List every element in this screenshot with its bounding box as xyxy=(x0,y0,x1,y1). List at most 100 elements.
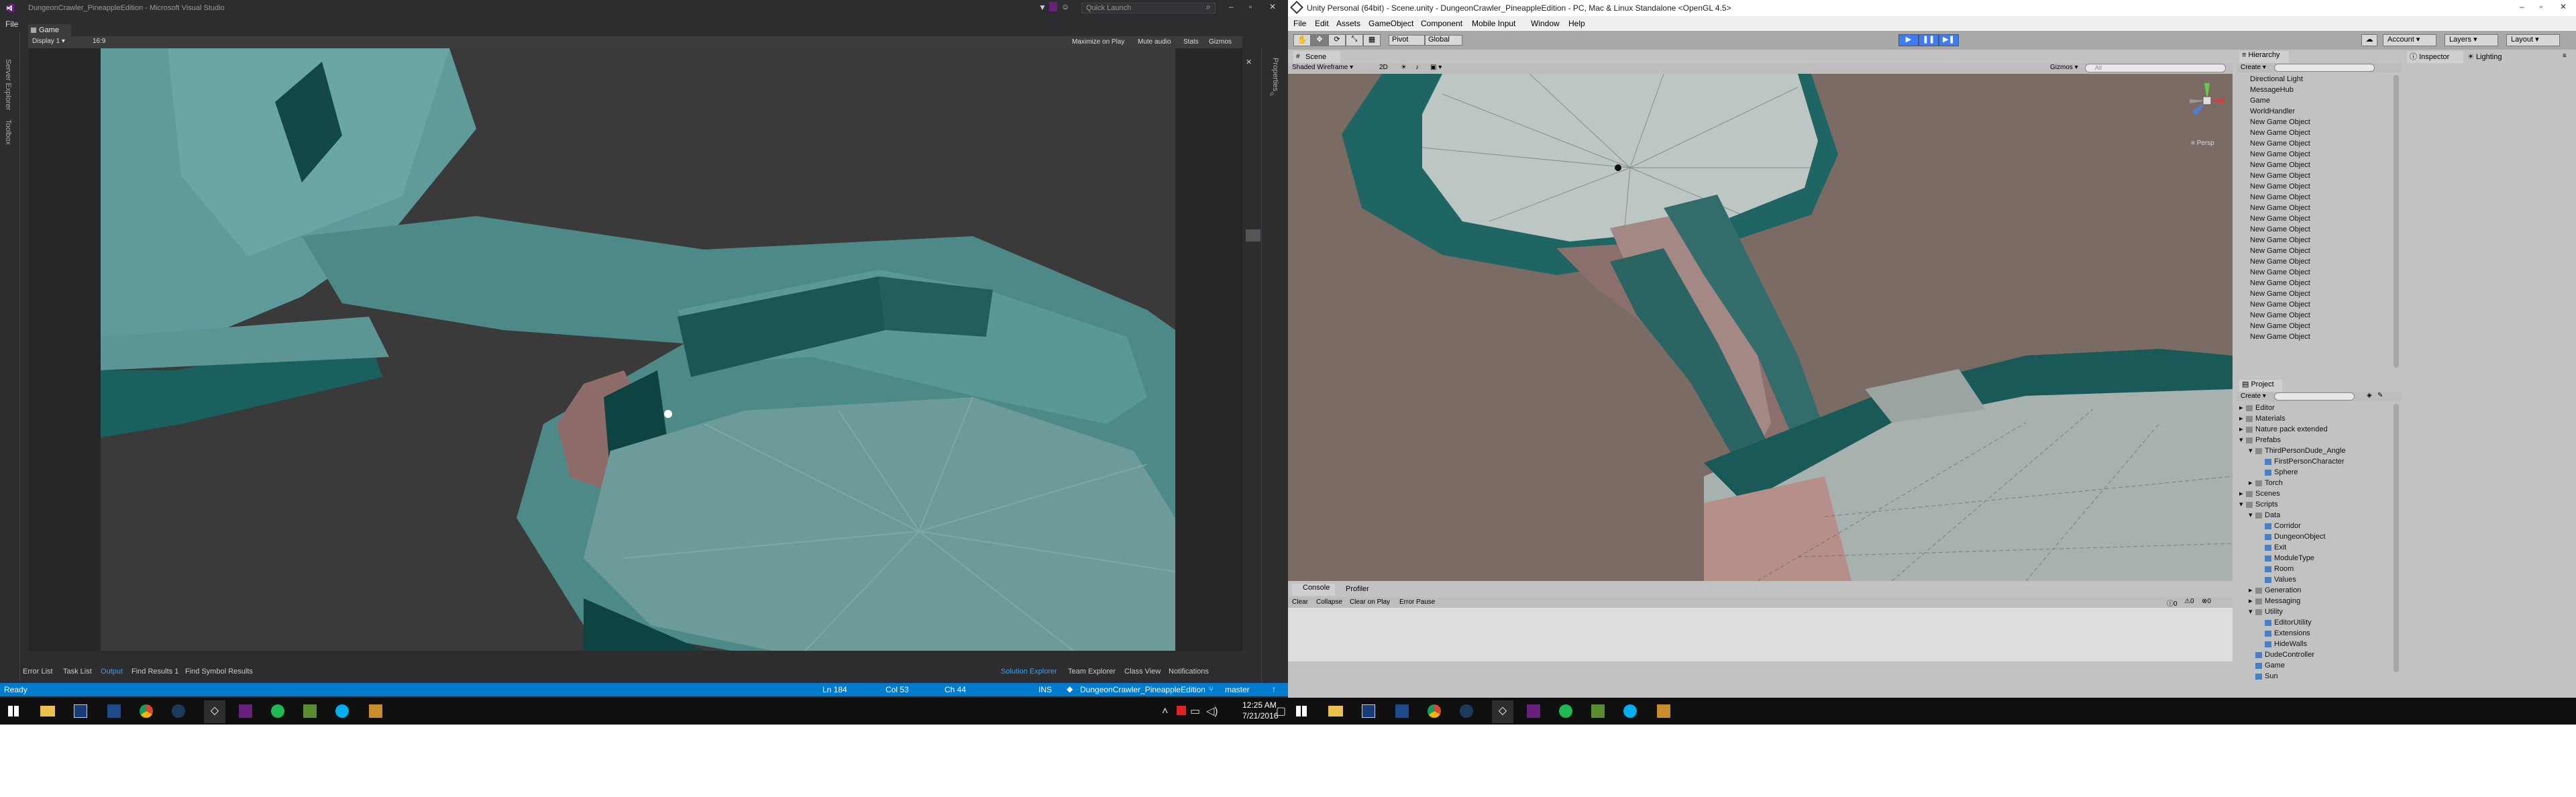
expand-toggle-icon[interactable]: ▸ xyxy=(2239,424,2246,435)
project-tree-item[interactable]: HideWalls xyxy=(2239,639,2392,649)
project-tree-item[interactable]: ▾ Data xyxy=(2239,510,2392,521)
pivot-toggle[interactable]: Pivot xyxy=(1389,35,1425,46)
hierarchy-item[interactable]: New Game Object xyxy=(2237,321,2392,331)
unity-taskbar-icon[interactable]: ◇ xyxy=(204,700,225,723)
hierarchy-item[interactable]: New Game Object xyxy=(2237,117,2392,127)
scene-orientation-gizmo[interactable] xyxy=(2187,81,2227,121)
project-tree-item[interactable]: Exit xyxy=(2239,542,2392,553)
menu-assets[interactable]: Assets xyxy=(1336,19,1360,28)
stats-button[interactable]: Stats xyxy=(1183,38,1199,46)
hierarchy-item[interactable]: Game xyxy=(2237,95,2392,106)
tab-task-list[interactable]: Task List xyxy=(63,668,92,676)
scrollbar-thumb[interactable] xyxy=(1246,229,1260,242)
notification-flag-icon[interactable] xyxy=(1049,2,1057,11)
visual-studio-taskbar-icon[interactable] xyxy=(239,704,252,718)
hierarchy-item[interactable]: New Game Object xyxy=(2237,192,2392,203)
hierarchy-item[interactable]: New Game Object xyxy=(2237,246,2392,256)
quick-launch-input[interactable]: Quick Launch xyxy=(1081,3,1216,13)
hierarchy-item[interactable]: New Game Object xyxy=(2237,149,2392,160)
project-tree-item[interactable]: Values xyxy=(2239,574,2392,585)
expand-toggle-icon[interactable]: ▸ xyxy=(2239,413,2246,424)
calculator-icon[interactable] xyxy=(107,704,121,718)
minecraft-icon[interactable] xyxy=(303,704,317,718)
scene-view[interactable]: ≡ Persp xyxy=(1288,74,2233,581)
hierarchy-item[interactable]: New Game Object xyxy=(2237,224,2392,235)
chrome-icon[interactable] xyxy=(140,704,153,718)
tab-notifications[interactable]: Notifications xyxy=(1169,668,1209,676)
console-clear-button[interactable]: Clear xyxy=(1292,598,1308,606)
panel-menu-icon[interactable]: ≡ xyxy=(2563,52,2567,60)
gizmos-button[interactable]: Gizmos xyxy=(1209,38,1232,46)
hierarchy-item[interactable]: New Game Object xyxy=(2237,213,2392,224)
volume-icon[interactable]: ◁) xyxy=(1206,704,1218,718)
project-create-dropdown[interactable]: Create ▾ xyxy=(2241,392,2266,400)
file-explorer-icon[interactable] xyxy=(40,706,55,716)
hierarchy-search-input[interactable] xyxy=(2274,64,2375,72)
hierarchy-item[interactable]: New Game Object xyxy=(2237,235,2392,246)
status-branch[interactable]: master xyxy=(1225,685,1250,694)
menu-gameobject[interactable]: GameObject xyxy=(1368,19,1413,28)
project-tree-item[interactable]: ▸ Torch xyxy=(2239,478,2392,488)
project-tree-item[interactable]: ▸ Editor xyxy=(2239,403,2392,413)
skype-icon[interactable] xyxy=(335,704,349,718)
expand-toggle-icon[interactable]: ▸ xyxy=(2239,488,2246,499)
console-log-area[interactable] xyxy=(1288,608,2233,661)
network-icon[interactable]: ▭ xyxy=(1190,704,1200,718)
hierarchy-item[interactable]: New Game Object xyxy=(2237,203,2392,213)
search-icon[interactable]: ⌕ xyxy=(1206,2,1211,12)
hand-tool-icon[interactable]: ✋ xyxy=(1293,34,1311,46)
effects-dropdown-icon[interactable]: ▣ ▾ xyxy=(1430,64,1442,71)
app-icon[interactable] xyxy=(369,704,382,718)
hierarchy-item[interactable]: Directional Light xyxy=(2237,74,2392,85)
hierarchy-item[interactable]: New Game Object xyxy=(2237,181,2392,192)
move-tool-icon[interactable]: ✥ xyxy=(1311,34,1328,46)
close-icon[interactable]: ✕ xyxy=(1269,2,1276,11)
project-tree-item[interactable]: Extensions xyxy=(2239,628,2392,639)
project-tree-item[interactable]: ▾ Scripts xyxy=(2239,499,2392,510)
expand-toggle-icon[interactable]: ▾ xyxy=(2249,606,2255,617)
action-center-icon[interactable]: ▢ xyxy=(1276,704,1286,718)
hierarchy-item[interactable]: New Game Object xyxy=(2237,331,2392,342)
notes-app-icon[interactable] xyxy=(74,704,87,718)
global-toggle[interactable]: Global xyxy=(1425,35,1462,46)
project-tree-item[interactable]: ▾ ThirdPersonDude_Angle xyxy=(2239,445,2392,456)
app-icon[interactable] xyxy=(1657,704,1670,718)
tab-lighting[interactable]: ☀ Lighting xyxy=(2465,52,2518,63)
game-view[interactable] xyxy=(28,48,1242,651)
file-explorer-icon[interactable] xyxy=(1328,706,1343,716)
publish-icon[interactable]: ↑ xyxy=(1272,684,1276,694)
hierarchy-item[interactable]: New Game Object xyxy=(2237,288,2392,299)
spotify-icon[interactable] xyxy=(271,704,284,718)
display-select[interactable]: Display 1 ▾ xyxy=(32,38,86,47)
tab-team-explorer[interactable]: Team Explorer xyxy=(1068,668,1116,676)
hierarchy-item[interactable]: New Game Object xyxy=(2237,138,2392,149)
hierarchy-item[interactable]: New Game Object xyxy=(2237,267,2392,278)
hierarchy-create-dropdown[interactable]: Create ▾ xyxy=(2241,64,2266,71)
filter-label-icon[interactable]: ✎ xyxy=(2377,392,2383,399)
filter-type-icon[interactable]: ◈ xyxy=(2367,392,2372,399)
taskbar-date[interactable]: 7/21/2016 xyxy=(1242,711,1278,721)
project-tree-item[interactable]: EditorUtility xyxy=(2239,617,2392,628)
expand-toggle-icon[interactable]: ▾ xyxy=(2239,499,2246,510)
tab-scene[interactable]: # Scene xyxy=(1293,51,1340,63)
tab-project[interactable]: ▤ Project xyxy=(2239,380,2282,392)
project-tree-item[interactable]: ▸ Generation xyxy=(2239,585,2392,596)
taskbar-time[interactable]: 12:25 AM xyxy=(1242,700,1277,710)
project-tree-item[interactable]: DudeController xyxy=(2239,649,2392,660)
expand-toggle-icon[interactable]: ▾ xyxy=(2239,435,2246,445)
hierarchy-item[interactable]: New Game Object xyxy=(2237,299,2392,310)
audio-toggle-icon[interactable]: ♪ xyxy=(1415,64,1419,71)
layers-dropdown[interactable]: Layers ▾ xyxy=(2445,34,2498,46)
project-tree-item[interactable]: ▾ Utility xyxy=(2239,606,2392,617)
shading-mode-dropdown[interactable]: Shaded Wireframe ▾ xyxy=(1292,64,1353,71)
tab-inspector[interactable]: ⓘ Inspector xyxy=(2407,51,2463,63)
console-log-count-icon[interactable]: ⓘ0 xyxy=(2167,598,2178,608)
tab-console[interactable]: Console xyxy=(1292,584,1335,596)
tab-game[interactable]: Game xyxy=(28,24,71,36)
properties-tab[interactable]: Properties xyxy=(1271,58,1279,91)
chrome-icon[interactable] xyxy=(1428,704,1441,718)
expand-toggle-icon[interactable]: ▸ xyxy=(2249,596,2255,606)
project-tree-item[interactable]: ModuleType xyxy=(2239,553,2392,564)
server-explorer-tab[interactable]: Server Explorer xyxy=(4,59,12,110)
project-tree-item[interactable]: ▸ Materials xyxy=(2239,413,2392,424)
